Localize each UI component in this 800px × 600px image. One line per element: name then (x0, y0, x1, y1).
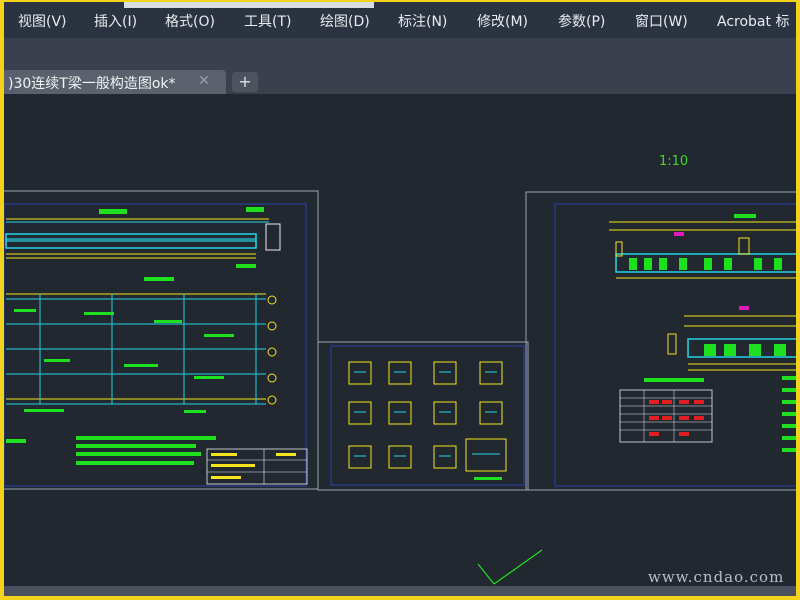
title-block-left (206, 448, 308, 485)
beam-plan (6, 277, 277, 413)
menu-view[interactable]: 视图(V) (18, 11, 67, 31)
document-tab-bar: )30连续T梁一般构造图ok* ✕ + (4, 38, 796, 94)
document-tab-label: )30连续T梁一般构造图ok* (8, 76, 176, 92)
menu-format[interactable]: 格式(O) (165, 11, 215, 31)
menu-draw[interactable]: 绘图(D) (320, 11, 370, 31)
sheet-left (4, 190, 319, 490)
document-tab[interactable]: )30连续T梁一般构造图ok* ✕ (4, 70, 226, 94)
section-details (348, 361, 507, 472)
toolbar-strip (124, 2, 374, 8)
drawing-canvas[interactable]: 1:10 (4, 94, 796, 586)
close-icon[interactable]: ✕ (198, 73, 210, 89)
watermark: www.cndao.com (648, 568, 785, 586)
menu-parametric[interactable]: 参数(P) (558, 11, 605, 31)
menu-modify[interactable]: 修改(M) (477, 11, 528, 31)
menu-insert[interactable]: 插入(I) (94, 11, 137, 31)
menu-bar: 视图(V) 插入(I) 格式(O) 工具(T) 绘图(D) 标注(N) 修改(M… (4, 2, 796, 38)
cross-section-top (609, 214, 796, 279)
sheet-center (317, 341, 529, 491)
menu-dimension[interactable]: 标注(N) (398, 11, 447, 31)
horizontal-scrollbar[interactable] (4, 586, 796, 596)
menu-window[interactable]: 窗口(W) (635, 11, 688, 31)
drawing-notes (6, 436, 216, 465)
menu-tools[interactable]: 工具(T) (244, 11, 291, 31)
ucs-icon (477, 549, 543, 585)
app-window: 视图(V) 插入(I) 格式(O) 工具(T) 绘图(D) 标注(N) 修改(M… (4, 2, 796, 596)
sheet-right (525, 191, 796, 491)
material-table (619, 378, 713, 443)
right-notes (782, 376, 796, 452)
scale-label: 1:10 (659, 154, 689, 169)
beam-elevation-top (5, 207, 281, 268)
cross-section-bottom (667, 306, 796, 371)
menu-acrobat[interactable]: Acrobat 标 (717, 11, 789, 31)
new-tab-button[interactable]: + (232, 72, 258, 92)
